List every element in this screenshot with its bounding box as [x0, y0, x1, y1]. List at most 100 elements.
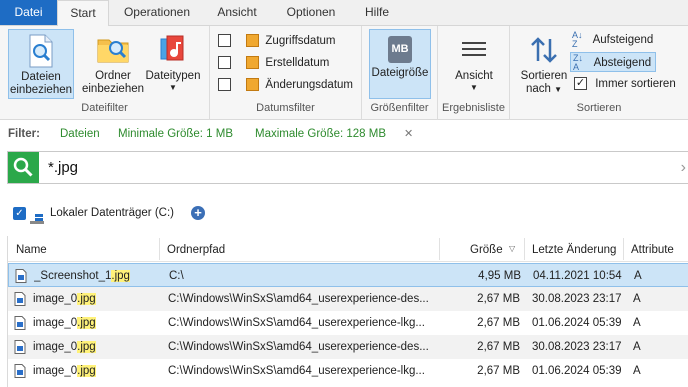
group-dateifilter: Dateien einbeziehen Ordner einbeziehen D…	[0, 26, 210, 120]
calendar-icon	[246, 56, 260, 70]
file-name: image_0.jpg	[33, 341, 96, 353]
file-size: 2,67 MB	[477, 365, 520, 377]
tab-start[interactable]: Start	[57, 0, 109, 26]
group-groessenfilter: MB Dateigröße Größenfilter	[362, 26, 438, 120]
aufsteigend-option[interactable]: A↓ Z Aufsteigend	[572, 30, 653, 50]
file-date: 04.11.2021 10:54	[533, 270, 622, 282]
sort-za-icon: Z↓ A	[573, 52, 583, 72]
calendar-icon	[246, 34, 260, 48]
file-name: _Screenshot_1.jpg	[34, 270, 130, 282]
file-attr: A	[633, 365, 641, 377]
file-search-icon	[29, 34, 53, 68]
tab-datei[interactable]: Datei	[0, 0, 57, 25]
ordner-einbeziehen-label: Ordner einbeziehen	[81, 70, 145, 95]
zugriffsdatum-option[interactable]: Zugriffsdatum	[218, 31, 336, 51]
dateien-einbeziehen-label: Dateien einbeziehen	[9, 71, 73, 96]
aenderungsdatum-checkbox[interactable]	[218, 78, 231, 92]
immer-sortieren-checkbox[interactable]: ✓	[574, 77, 587, 91]
sortieren-dropdown-icon: ▼	[554, 85, 563, 94]
file-date: 01.06.2024 05:39	[532, 317, 622, 329]
erstelldatum-option[interactable]: Erstelldatum	[218, 53, 329, 73]
column-header-size[interactable]: Größe	[470, 236, 508, 262]
tab-operationen[interactable]: Operationen	[112, 0, 202, 25]
column-header-attr[interactable]: Attribute	[631, 236, 687, 262]
filter-label: Filter:	[8, 128, 40, 140]
zugriffsdatum-checkbox[interactable]	[218, 34, 231, 48]
add-drive-icon[interactable]: +	[191, 206, 205, 220]
file-path: C:\Windows\WinSxS\amd64_userexperience-l…	[168, 365, 425, 377]
table-header: Name Ordnerpfad Größe ▽ Letzte Änderung …	[8, 236, 688, 262]
file-attr: A	[633, 317, 641, 329]
dateitypen-dropdown-icon: ▼	[169, 83, 177, 92]
absteigend-option[interactable]: Z↓ A Absteigend	[570, 52, 657, 72]
immer-sortieren-label: Immer sortieren	[595, 78, 676, 90]
image-file-icon	[14, 364, 26, 378]
file-path: C:\Windows\WinSxS\amd64_userexperience-d…	[168, 293, 429, 305]
file-size: 2,67 MB	[477, 317, 520, 329]
aenderungsdatum-label: Änderungsdatum	[265, 79, 353, 91]
column-header-date[interactable]: Letzte Änderung	[532, 236, 622, 262]
group-label-datumsfilter: Datumsfilter	[256, 102, 315, 114]
search-next-icon[interactable]: ›	[681, 152, 686, 183]
table-row[interactable]: image_0.jpg C:\Windows\WinSxS\amd64_user…	[8, 359, 688, 383]
dateigroesse-label: Dateigröße	[371, 67, 429, 79]
erstelldatum-label: Erstelldatum	[265, 57, 330, 69]
filter-chip-max-size[interactable]: Maximale Größe: 128 MB	[255, 121, 386, 147]
group-label-groessenfilter: Größenfilter	[370, 102, 429, 114]
immer-sortieren-option[interactable]: ✓ Immer sortieren	[574, 74, 676, 94]
search-input[interactable]: *.jpg	[48, 152, 78, 183]
table-row[interactable]: image_0.jpg C:\Windows\WinSxS\amd64_user…	[8, 311, 688, 335]
sortieren-nach-button[interactable]: Sortieren nach ▼	[516, 29, 572, 99]
group-datumsfilter: Zugriffsdatum Erstelldatum Änderungsdatu…	[210, 26, 362, 120]
image-file-icon	[15, 269, 27, 283]
dateitypen-button[interactable]: Dateitypen ▼	[140, 29, 206, 99]
results-table: Name Ordnerpfad Größe ▽ Letzte Änderung …	[7, 236, 688, 387]
absteigend-label: Absteigend	[593, 57, 652, 69]
tab-optionen[interactable]: Optionen	[276, 0, 346, 25]
file-name: image_0.jpg	[33, 293, 96, 305]
table-row[interactable]: _Screenshot_1.jpg C:\ 4,95 MB 04.11.2021…	[8, 263, 688, 287]
file-path: C:\Windows\WinSxS\amd64_userexperience-l…	[168, 317, 425, 329]
group-label-ergebnisliste: Ergebnisliste	[442, 102, 505, 114]
folder-search-icon	[97, 39, 129, 63]
tab-ansicht[interactable]: Ansicht	[208, 0, 266, 25]
clear-filter-icon[interactable]: ✕	[404, 121, 413, 147]
dateigroesse-button[interactable]: MB Dateigröße	[369, 29, 431, 99]
file-size: 2,67 MB	[477, 341, 520, 353]
ordner-einbeziehen-button[interactable]: Ordner einbeziehen	[80, 29, 146, 99]
file-path: C:\Windows\WinSxS\amd64_userexperience-d…	[168, 341, 429, 353]
sort-az-icon: A↓ Z	[572, 29, 583, 49]
file-attr: A	[633, 341, 641, 353]
calendar-icon	[246, 78, 260, 92]
drive-icon	[30, 206, 44, 224]
column-header-path[interactable]: Ordnerpfad	[167, 236, 427, 262]
group-label-sortieren: Sortieren	[576, 102, 622, 114]
aufsteigend-label: Aufsteigend	[592, 34, 654, 46]
dateien-einbeziehen-button[interactable]: Dateien einbeziehen	[8, 29, 74, 99]
erstelldatum-checkbox[interactable]	[218, 56, 231, 70]
table-row[interactable]: image_0.jpg C:\Windows\WinSxS\amd64_user…	[8, 287, 688, 311]
file-path: C:\	[169, 270, 184, 282]
ansicht-button[interactable]: Ansicht ▼	[442, 29, 506, 99]
file-types-icon	[160, 35, 184, 61]
ansicht-label: Ansicht	[455, 70, 493, 82]
file-date: 01.06.2024 05:39	[532, 365, 622, 377]
filter-chip-min-size[interactable]: Minimale Größe: 1 MB	[118, 121, 233, 147]
drive-checkbox[interactable]: ✓	[13, 207, 26, 220]
search-bar: *.jpg ›	[7, 151, 688, 184]
column-header-name[interactable]: Name	[16, 236, 156, 262]
table-row[interactable]: image_0.jpg C:\Windows\WinSxS\amd64_user…	[8, 335, 688, 359]
image-file-icon	[14, 340, 26, 354]
tab-hilfe[interactable]: Hilfe	[356, 0, 398, 25]
ribbon-tab-strip: Datei Start Operationen Ansicht Optionen…	[0, 0, 688, 26]
image-file-icon	[14, 316, 26, 330]
file-attr: A	[634, 270, 642, 282]
list-view-icon	[462, 42, 486, 56]
dateitypen-label: Dateitypen	[145, 70, 201, 82]
aenderungsdatum-option[interactable]: Änderungsdatum	[218, 75, 353, 95]
file-date: 30.08.2023 23:17	[532, 341, 622, 353]
search-icon[interactable]	[8, 152, 39, 183]
filter-chip-dateien[interactable]: Dateien	[60, 121, 100, 147]
sort-arrows-icon	[531, 37, 557, 63]
sort-desc-icon: ▽	[509, 244, 516, 253]
